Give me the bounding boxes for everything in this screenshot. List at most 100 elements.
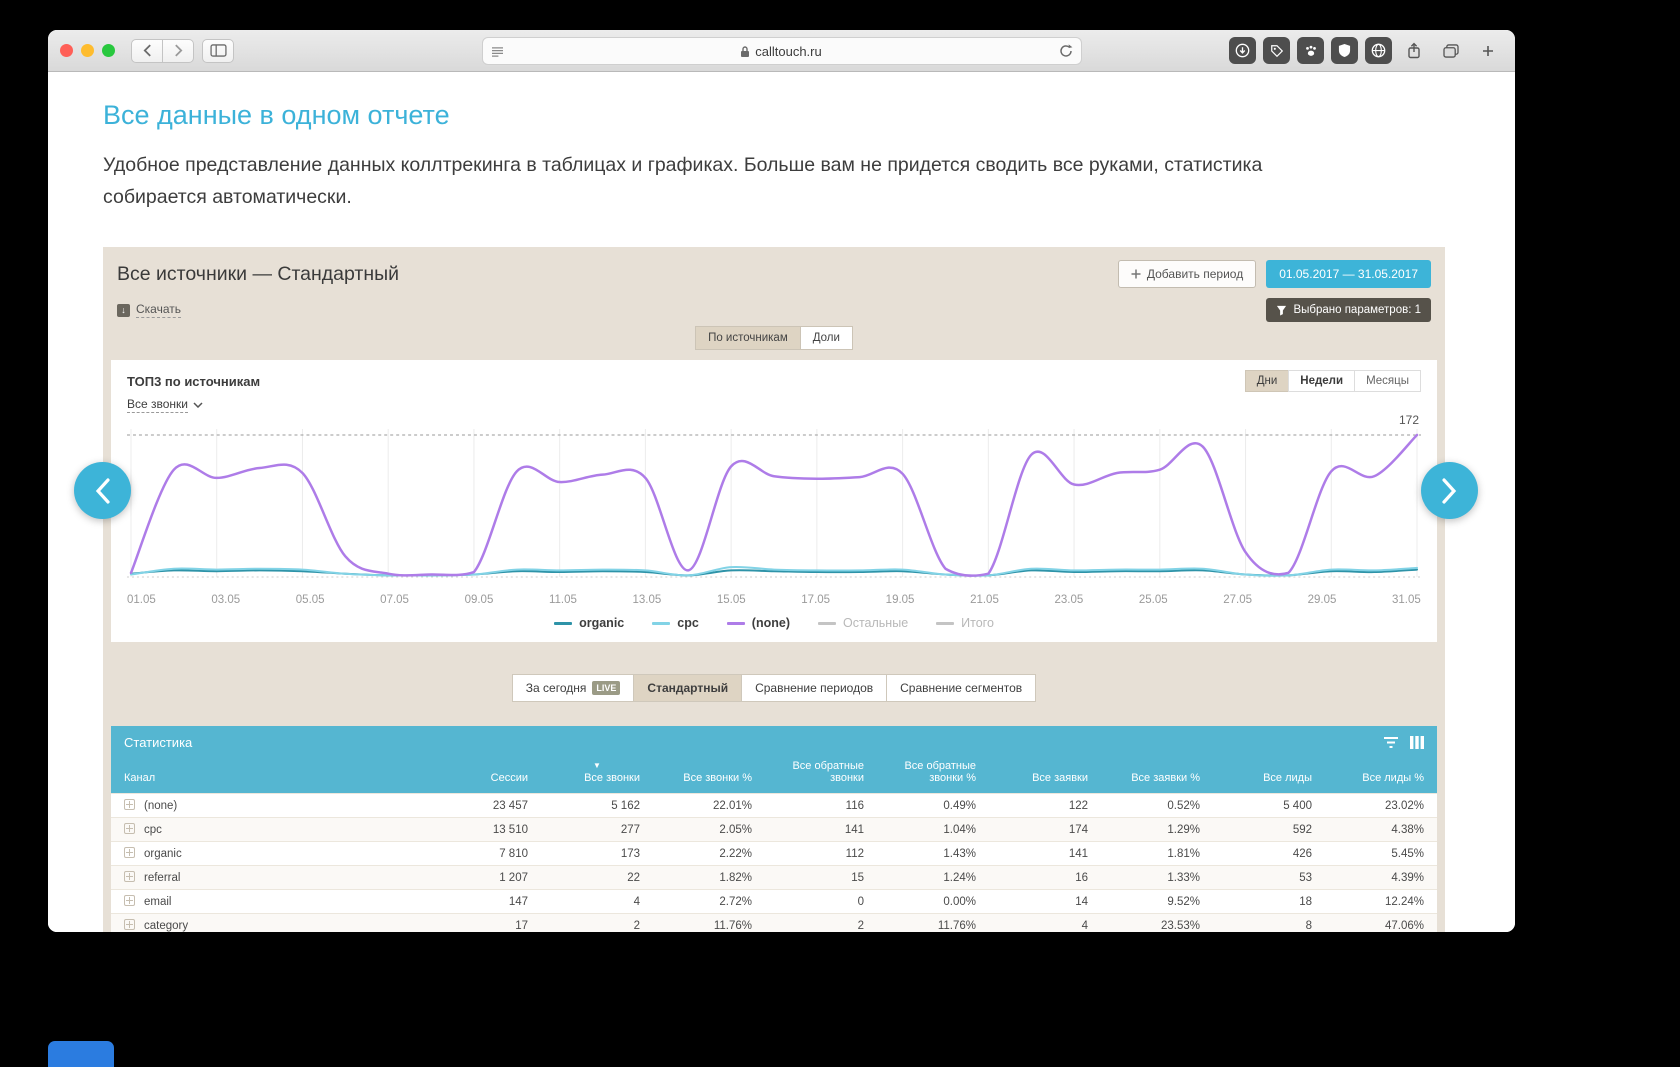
period-tab[interactable]: Месяцы bbox=[1354, 370, 1421, 393]
period-tab[interactable]: Недели bbox=[1288, 370, 1356, 393]
cell-value: 141 bbox=[765, 817, 877, 842]
carousel-next-button[interactable] bbox=[1421, 462, 1478, 519]
close-window-button[interactable] bbox=[60, 44, 73, 57]
channel-name: referral bbox=[144, 872, 181, 885]
zoom-window-button[interactable] bbox=[102, 44, 115, 57]
expand-icon[interactable] bbox=[124, 823, 135, 835]
address-bar[interactable]: calltouch.ru bbox=[481, 37, 1082, 65]
legend-label: cpc bbox=[677, 616, 699, 631]
legend-swatch bbox=[554, 621, 573, 625]
channel-name: category bbox=[144, 920, 189, 932]
cell-value: 12.24% bbox=[1325, 889, 1437, 914]
legend-swatch bbox=[652, 621, 671, 625]
add-period-label: Добавить период bbox=[1146, 267, 1244, 282]
reader-icon[interactable] bbox=[491, 46, 504, 57]
share-button[interactable] bbox=[1399, 38, 1429, 64]
table-row[interactable]: organic 7 810 173 2.22% 112 1.43% 141 1.81% 426 5… bbox=[111, 841, 1437, 866]
table-row[interactable]: referral 1 207 22 1.82% 15 1.24% 16 1.33% 53 4.39… bbox=[111, 865, 1437, 890]
cell-channel: cpc bbox=[111, 817, 429, 842]
columns-icon[interactable] bbox=[1410, 735, 1424, 749]
cell-value: 13 510 bbox=[429, 817, 541, 842]
downloads-icon[interactable] bbox=[1229, 37, 1256, 64]
column-header[interactable]: Канал bbox=[111, 758, 429, 794]
window-controls bbox=[60, 44, 115, 57]
x-axis-label: 01.05 bbox=[127, 594, 156, 607]
add-period-button[interactable]: Добавить период bbox=[1117, 260, 1257, 289]
table-row[interactable]: cpc 13 510 277 2.05% 141 1.04% 174 1.29% 592 4.38… bbox=[111, 817, 1437, 842]
page-content: Все данные в одном отчете Удобное предст… bbox=[48, 72, 1515, 932]
cell-value: 0.49% bbox=[877, 793, 989, 818]
view-toggle-tab[interactable]: По источникам bbox=[695, 326, 801, 351]
cell-value: 141 bbox=[989, 841, 1101, 866]
cell-value: 122 bbox=[989, 793, 1101, 818]
column-header[interactable]: Все заявки % bbox=[1101, 758, 1213, 794]
new-tab-button[interactable] bbox=[1473, 38, 1503, 64]
tabs-overview-button[interactable] bbox=[1436, 38, 1466, 64]
column-header[interactable]: Все лиды bbox=[1213, 758, 1325, 794]
chart-canvas bbox=[127, 429, 1421, 578]
selected-params-label: Выбрано параметров: 1 bbox=[1293, 304, 1421, 317]
cell-value: 277 bbox=[541, 817, 653, 842]
column-header-label: Все звонки % bbox=[683, 772, 752, 785]
cell-value: 1.29% bbox=[1101, 817, 1213, 842]
metric-selector[interactable]: Все звонки bbox=[127, 397, 1421, 414]
statistics-header: Статистика bbox=[111, 726, 1437, 759]
sidebar-toggle-button[interactable] bbox=[202, 38, 234, 63]
channel-name: email bbox=[144, 896, 172, 909]
table-row[interactable]: email 147 4 2.72% 0 0.00% 14 9.52% 18 12.24% bbox=[111, 889, 1437, 914]
expand-icon[interactable] bbox=[124, 919, 135, 931]
period-tab[interactable]: Дни bbox=[1244, 370, 1290, 393]
legend-label: Остальные bbox=[842, 616, 909, 631]
extension-tag-icon[interactable] bbox=[1263, 37, 1290, 64]
legend-item[interactable]: Итого bbox=[936, 616, 994, 630]
column-header[interactable]: Все звонки % bbox=[653, 758, 765, 794]
expand-icon[interactable] bbox=[124, 871, 135, 883]
column-header-label: Все лиды % bbox=[1362, 772, 1424, 785]
x-axis-label: 23.05 bbox=[1054, 594, 1084, 607]
legend-item[interactable]: organic bbox=[554, 616, 624, 630]
expand-icon[interactable] bbox=[124, 847, 135, 859]
column-header[interactable]: Все лиды % bbox=[1325, 758, 1437, 794]
cell-value: 1.81% bbox=[1101, 841, 1213, 866]
expand-icon[interactable] bbox=[124, 895, 135, 907]
column-header[interactable]: Все заявки bbox=[989, 758, 1101, 794]
forward-button[interactable] bbox=[162, 38, 194, 63]
column-header[interactable]: ▼ Все звонки bbox=[541, 758, 653, 794]
statistics-title: Статистика bbox=[124, 734, 193, 750]
refresh-icon[interactable] bbox=[1059, 44, 1073, 58]
plus-icon bbox=[1483, 45, 1493, 56]
table-row[interactable]: (none) 23 457 5 162 22.01% 116 0.49% 122 0.52% 5… bbox=[111, 793, 1437, 818]
cell-value: 1.04% bbox=[877, 817, 989, 842]
legend-item[interactable]: cpc bbox=[652, 616, 699, 630]
filter-icon[interactable] bbox=[1384, 736, 1398, 749]
globe-icon[interactable] bbox=[1365, 37, 1392, 64]
paw-icon[interactable] bbox=[1297, 37, 1324, 64]
legend-item[interactable]: Остальные bbox=[817, 616, 909, 631]
date-range-button[interactable]: 01.05.2017 — 31.05.2017 bbox=[1266, 260, 1431, 289]
expand-icon[interactable] bbox=[124, 799, 135, 811]
column-header[interactable]: Все обратные звонки bbox=[765, 758, 877, 794]
column-header[interactable]: Сессии bbox=[429, 758, 541, 794]
carousel-prev-button[interactable] bbox=[74, 462, 131, 519]
cell-value: 15 bbox=[765, 865, 877, 890]
cell-value: 2.72% bbox=[653, 889, 765, 914]
view-toggle-tab[interactable]: Доли bbox=[799, 326, 853, 351]
mode-tab[interactable]: Сравнение сегментов bbox=[886, 674, 1037, 703]
cell-channel: (none) bbox=[111, 793, 429, 818]
legend-item[interactable]: (none) bbox=[726, 616, 790, 630]
table-row[interactable]: category 17 2 11.76% 2 11.76% 4 23.53% 8 47.06% bbox=[111, 913, 1437, 932]
x-axis-label: 15.05 bbox=[716, 594, 746, 607]
selected-params-button[interactable]: Выбрано параметров: 1 bbox=[1266, 298, 1431, 323]
cell-value: 0.52% bbox=[1101, 793, 1213, 818]
column-header[interactable]: Все обратные звонки % bbox=[877, 758, 989, 794]
back-button[interactable] bbox=[131, 38, 163, 63]
column-header-label: Сессии bbox=[490, 772, 528, 785]
download-link[interactable]: ↓ Скачать bbox=[117, 302, 181, 319]
mode-tab[interactable]: Сравнение периодов bbox=[741, 674, 888, 703]
cell-value: 11.76% bbox=[877, 913, 989, 932]
mode-tab[interactable]: Стандартный bbox=[633, 674, 743, 703]
shield-icon[interactable] bbox=[1331, 37, 1358, 64]
minimize-window-button[interactable] bbox=[81, 44, 94, 57]
toolbar-right bbox=[1229, 37, 1503, 64]
mode-tab[interactable]: За сегодня LIVE bbox=[511, 674, 635, 703]
